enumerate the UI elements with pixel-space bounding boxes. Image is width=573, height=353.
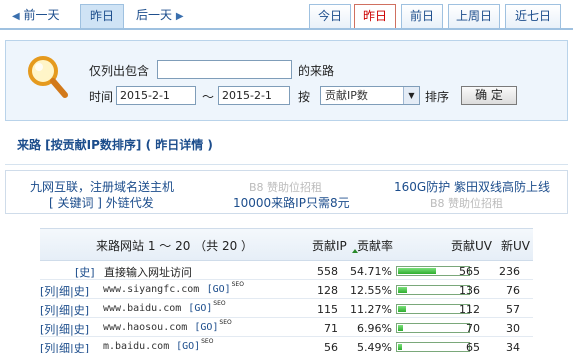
row-site-name[interactable]: www.haosou.com: [103, 322, 187, 333]
row-rate-bar-fill: [398, 325, 403, 331]
row-action-links[interactable]: [史]: [75, 264, 95, 280]
row-seo-link[interactable]: SEO: [213, 300, 225, 307]
row-rate-bar-fill: [398, 344, 402, 350]
tab-last-sunday[interactable]: 上周日: [448, 4, 500, 28]
row-uv: 565: [459, 265, 480, 278]
row-ip: 56: [324, 341, 338, 353]
row-new-uv: 34: [506, 341, 520, 353]
source-suffix-label: 的来路: [298, 64, 335, 78]
ad-link-domain[interactable]: 九网互联，注册域名送主机: [30, 178, 174, 195]
row-action-links[interactable]: [列|细|史]: [40, 302, 89, 318]
tab-today[interactable]: 今日: [309, 4, 351, 28]
filter-panel: 仅列出包含 的来路 时间 ～ 按 贡献IP数 ▼ 排序 确 定: [5, 40, 568, 121]
arrow-right-icon: ▶: [175, 11, 184, 22]
tab-yesterday[interactable]: 昨日: [354, 4, 396, 28]
section-title: 来路 [按贡献IP数排序] ( 昨日详情 ): [17, 138, 213, 152]
sort-select[interactable]: 贡献IP数 ▼: [320, 86, 420, 105]
contains-label: 仅列出包含: [89, 64, 150, 78]
row-ip: 115: [317, 303, 338, 316]
row-new-uv: 57: [506, 303, 520, 316]
row-uv: 65: [466, 341, 480, 353]
row-ip: 71: [324, 322, 338, 335]
sort-select-value: 贡献IP数: [325, 89, 368, 102]
row-uv: 112: [459, 303, 480, 316]
row-rate: 54.71%: [350, 265, 392, 278]
row-seo-link[interactable]: SEO: [232, 281, 244, 288]
row-rate: 5.49%: [357, 341, 392, 353]
contains-input[interactable]: [157, 60, 292, 79]
ad-link-keywords[interactable]: [ 关键词 ] 外链代发: [49, 194, 154, 211]
prev-day-label: 前一天: [23, 8, 60, 22]
sort-by-label: 按: [298, 90, 311, 104]
date-from-input[interactable]: [116, 86, 196, 105]
row-uv: 136: [459, 284, 480, 297]
row-go-link[interactable]: [GO]: [176, 341, 200, 352]
table-header: 来路网站 1 ～ 20 （共 20 ） 贡献IP 贡献率 贡献UV 新UV: [40, 229, 533, 261]
table-row: [列|细|史] www.baidu.com [GO] SEO 115 11.27% 112 5…: [40, 299, 533, 318]
table-row: [列|细|史] www.siyangfc.com [GO] SEO 128 12.55% 1…: [40, 280, 533, 299]
range-separator: ～: [202, 90, 215, 104]
time-label: 时间: [89, 90, 114, 104]
tab-day-before[interactable]: 前日: [401, 4, 443, 28]
current-day-tab[interactable]: 昨日: [80, 4, 124, 28]
row-uv: 70: [466, 322, 480, 335]
header-ip[interactable]: 贡献IP: [312, 237, 347, 254]
row-go-link[interactable]: [GO]: [188, 303, 212, 314]
row-rate-bar-fill: [398, 268, 436, 274]
row-action-links[interactable]: [列|细|史]: [40, 283, 89, 299]
row-new-uv: 236: [499, 265, 520, 278]
row-new-uv: 30: [506, 322, 520, 335]
row-site-name[interactable]: www.baidu.com: [103, 303, 181, 314]
ad-placeholder[interactable]: B8 赞助位招租: [430, 195, 503, 211]
header-new-uv[interactable]: 新UV: [501, 237, 530, 254]
row-action-links[interactable]: [列|细|史]: [40, 340, 89, 353]
row-go-link[interactable]: [GO]: [194, 322, 218, 333]
row-rate-bar-fill: [398, 306, 406, 312]
section-divider: [5, 164, 568, 165]
next-day-button[interactable]: 后一天 ▶: [136, 4, 184, 28]
row-site-name[interactable]: www.siyangfc.com: [103, 284, 199, 295]
ad-placeholder[interactable]: B8 赞助位招租: [249, 179, 322, 195]
ad-link-traffic[interactable]: 10000来路IP只需8元: [233, 194, 350, 211]
row-rate: 11.27%: [350, 303, 392, 316]
chevron-down-icon[interactable]: ▼: [403, 87, 419, 104]
tab-underline: [0, 28, 573, 30]
referrer-table: 来路网站 1 ～ 20 （共 20 ） 贡献IP 贡献率 贡献UV 新UV [史…: [40, 228, 533, 353]
next-day-label: 后一天: [136, 8, 173, 22]
row-site-name: 直接输入网址访问: [104, 266, 192, 279]
arrow-left-icon: ◀: [12, 11, 20, 22]
row-go-link[interactable]: [GO]: [207, 284, 231, 295]
row-ip: 128: [317, 284, 338, 297]
prev-day-button[interactable]: ◀ 前一天: [12, 4, 60, 28]
table-row: [列|细|史] www.haosou.com [GO] SEO 71 6.96% 70 30: [40, 318, 533, 337]
ad-link-ddos[interactable]: 160G防护 紫田双线高防上线: [394, 178, 550, 195]
top-nav: ◀ 前一天 昨日 后一天 ▶ 今日 昨日 前日 上周日 近七日: [0, 0, 573, 30]
row-ip: 558: [317, 265, 338, 278]
row-rate-bar-fill: [398, 287, 407, 293]
header-uv[interactable]: 贡献UV: [451, 237, 492, 254]
table-row: [史] 直接输入网址访问 558 54.71% 565 236: [40, 261, 533, 280]
confirm-button[interactable]: 确 定: [461, 86, 517, 105]
row-rate: 12.55%: [350, 284, 392, 297]
row-rate: 6.96%: [357, 322, 392, 335]
row-seo-link[interactable]: SEO: [219, 319, 231, 326]
row-site-name[interactable]: m.baidu.com: [103, 341, 169, 352]
magnifier-icon: [28, 56, 68, 98]
header-rate: 贡献率: [357, 239, 394, 253]
row-new-uv: 76: [506, 284, 520, 297]
ad-box: 九网互联，注册域名送主机 B8 赞助位招租 160G防护 紫田双线高防上线 [ …: [5, 170, 568, 214]
order-label: 排序: [425, 90, 450, 104]
row-action-links[interactable]: [列|细|史]: [40, 321, 89, 337]
header-site: 来路网站 1 ～ 20 （共 20 ）: [96, 239, 254, 253]
date-to-input[interactable]: [218, 86, 290, 105]
tab-last-seven-days[interactable]: 近七日: [505, 4, 561, 28]
row-seo-link[interactable]: SEO: [201, 338, 213, 345]
table-row: [列|细|史] m.baidu.com [GO] SEO 56 5.49% 65 34: [40, 337, 533, 353]
